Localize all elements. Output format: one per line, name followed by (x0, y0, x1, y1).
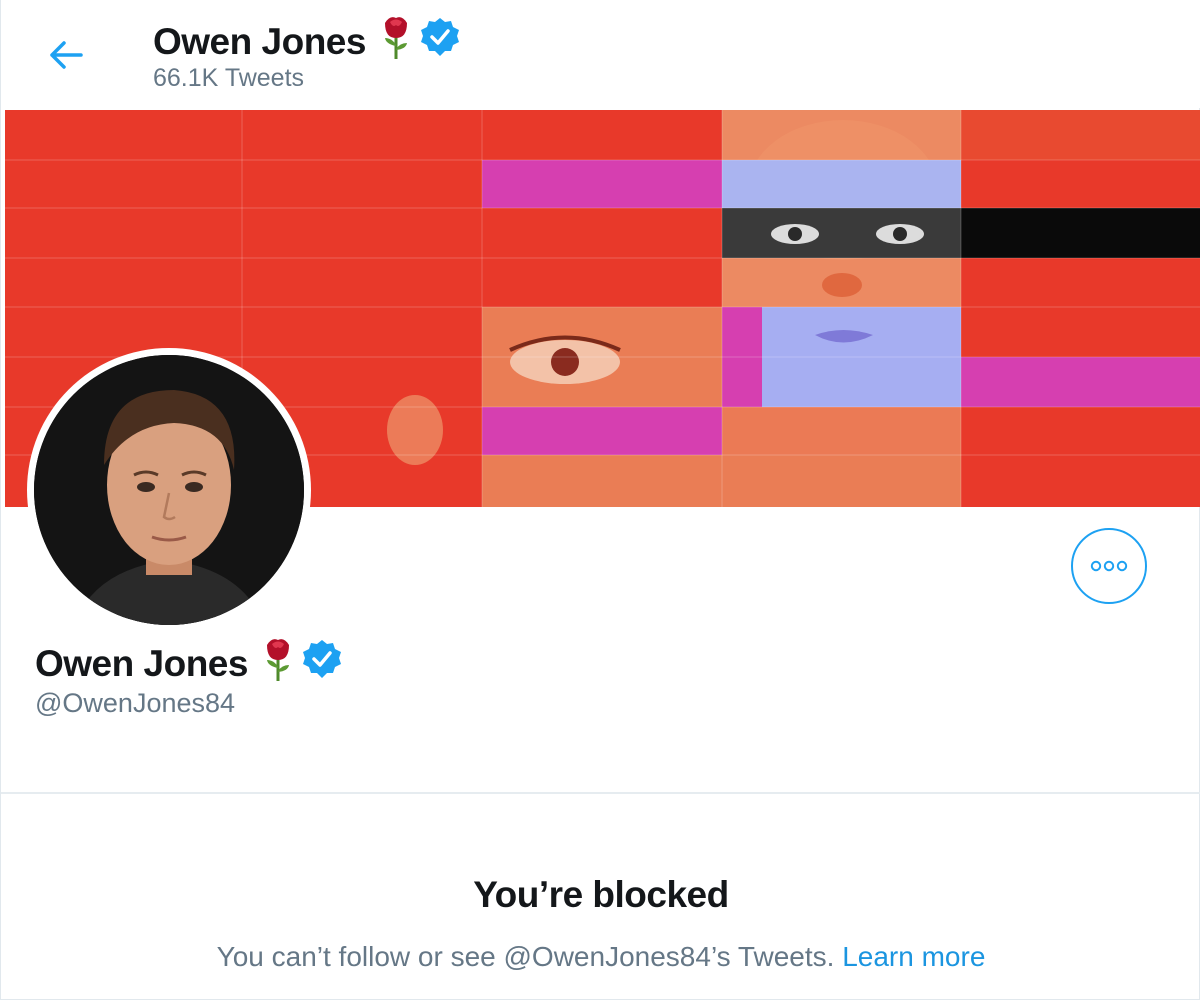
arrow-left-icon (50, 41, 83, 69)
header-title: Owen Jones (153, 14, 460, 69)
rose-emoji-icon (382, 14, 410, 69)
header-name-text: Owen Jones (153, 20, 366, 62)
more-options-button[interactable] (1071, 528, 1147, 604)
avatar-photo (34, 355, 304, 625)
verified-badge-icon (302, 639, 342, 688)
more-horizontal-icon (1090, 560, 1128, 572)
blocked-message: You can’t follow or see @OwenJones84’s T… (1, 941, 1200, 973)
profile-avatar[interactable] (27, 348, 311, 632)
profile-header: Owen Jones 66.1K Tweets (1, 0, 1200, 108)
profile-display-name: Owen Jones (35, 636, 342, 691)
profile-handle: @OwenJones84 (35, 688, 236, 718)
profile-name-text: Owen Jones (35, 642, 248, 684)
rose-emoji-icon (264, 636, 292, 691)
tweet-count: 66.1K Tweets (153, 64, 305, 92)
back-button[interactable] (43, 32, 89, 78)
section-divider (1, 792, 1200, 794)
blocked-title: You’re blocked (473, 874, 729, 915)
blocked-message-text: You can’t follow or see @OwenJones84’s T… (216, 941, 835, 972)
learn-more-link[interactable]: Learn more (842, 941, 985, 972)
profile-page: Owen Jones 66.1K Tweets Owen Jones @Owen… (0, 0, 1200, 1000)
verified-badge-icon (420, 17, 460, 66)
